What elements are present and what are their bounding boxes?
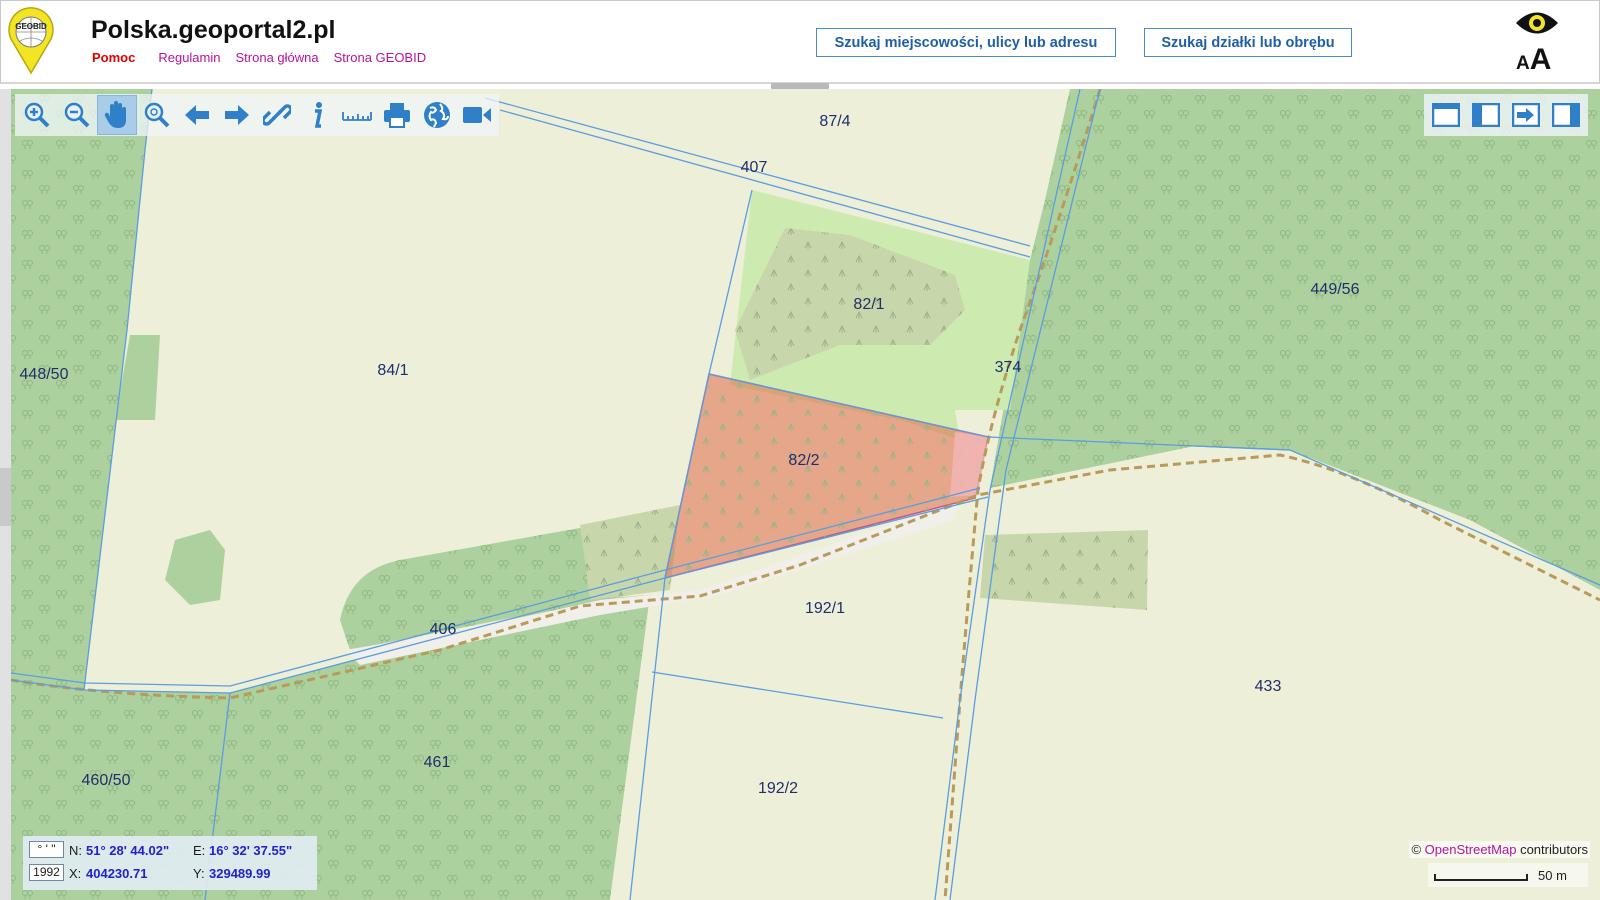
- coordinates-panel: ° ' " 1992 N: 51° 28' 44.02" E: 16° 32' …: [23, 836, 317, 890]
- video-camera-icon[interactable]: [457, 95, 497, 135]
- map-attribution: © OpenStreetMap contributors: [1409, 841, 1590, 858]
- nav-home-link[interactable]: Strona główna: [236, 50, 319, 65]
- parcel-label: 433: [1254, 678, 1282, 695]
- nav-geobid-link[interactable]: Strona GEOBID: [334, 50, 426, 65]
- sidebar-left-icon[interactable]: [1466, 95, 1506, 135]
- export-arrow-icon[interactable]: [1506, 95, 1546, 135]
- openstreetmap-link[interactable]: OpenStreetMap: [1425, 842, 1517, 857]
- parcel-label: 87/4: [819, 113, 851, 130]
- scale-label: 50 m: [1538, 868, 1567, 883]
- nav-help-link[interactable]: Pomoc: [92, 50, 135, 65]
- parcel-label: 461: [423, 754, 451, 771]
- selected-parcel-label: 82/2: [788, 452, 820, 469]
- coord-e-value: 16° 32' 37.55": [209, 843, 293, 858]
- parcel-label: 192/2: [757, 780, 799, 797]
- eye-icon[interactable]: [1514, 8, 1560, 38]
- map-layer: [11, 89, 1600, 900]
- pan-hand-icon[interactable]: [97, 95, 137, 135]
- top-nav: Pomoc Regulamin Strona główna Strona GEO…: [92, 50, 441, 65]
- logo-text: GEOBID: [15, 22, 47, 31]
- site-title[interactable]: Polska.geoportal2.pl: [91, 16, 336, 45]
- measure-ruler-icon[interactable]: [337, 95, 377, 135]
- coord-y-value: 329489.99: [209, 866, 271, 881]
- parcel-label: 192/1: [804, 600, 846, 617]
- parcel-label: 82/1: [853, 296, 885, 313]
- left-panel-handle[interactable]: [0, 468, 11, 526]
- coord-format-toggle[interactable]: ° ' ": [29, 841, 64, 858]
- parcel-label: 374: [994, 359, 1022, 376]
- coord-n-value: 51° 28' 44.02": [86, 843, 170, 858]
- full-window-icon[interactable]: [1426, 95, 1466, 135]
- scale-bar: 50 m: [1428, 863, 1588, 887]
- parcel-label: 460/50: [81, 772, 131, 789]
- link-icon[interactable]: [257, 95, 297, 135]
- sidebar-right-icon[interactable]: [1546, 95, 1586, 135]
- coord-n-label: N:: [69, 843, 82, 858]
- print-icon[interactable]: [377, 95, 417, 135]
- parcel-label: 449/56: [1310, 281, 1360, 298]
- zoom-in-icon[interactable]: [17, 95, 57, 135]
- coord-x-value: 404230.71: [86, 866, 148, 881]
- forward-arrow-icon[interactable]: [217, 95, 257, 135]
- map-toolbar: [15, 94, 499, 136]
- font-size-icon[interactable]: AA: [1516, 43, 1551, 77]
- parcel-label: 448/50: [19, 366, 69, 383]
- parcel-label: 406: [429, 621, 457, 638]
- app-header: GEOBID Polska.geoportal2.pl Pomoc Regula…: [0, 0, 1600, 84]
- geobid-logo[interactable]: GEOBID: [5, 5, 57, 75]
- zoom-extent-icon[interactable]: [137, 95, 177, 135]
- search-parcel-button[interactable]: Szukaj działki lub obrębu: [1144, 28, 1352, 57]
- scale-bar-line: [1434, 874, 1528, 881]
- search-address-button[interactable]: Szukaj miejscowości, ulicy lub adresu: [816, 28, 1116, 57]
- map-canvas[interactable]: 87/4 407 82/1 449/56 448/50 84/1 374 82/…: [11, 89, 1600, 900]
- globe-icon[interactable]: [417, 95, 457, 135]
- parcel-label: 84/1: [377, 362, 409, 379]
- coord-system-toggle[interactable]: 1992: [29, 864, 64, 881]
- nav-rules-link[interactable]: Regulamin: [158, 50, 220, 65]
- coord-e-label: E:: [193, 843, 206, 858]
- back-arrow-icon[interactable]: [177, 95, 217, 135]
- info-icon[interactable]: [297, 95, 337, 135]
- coord-y-label: Y:: [193, 866, 205, 881]
- zoom-out-icon[interactable]: [57, 95, 97, 135]
- parcel-label: 407: [740, 159, 768, 176]
- coord-x-label: X:: [69, 866, 82, 881]
- layout-toolbar: [1424, 94, 1588, 136]
